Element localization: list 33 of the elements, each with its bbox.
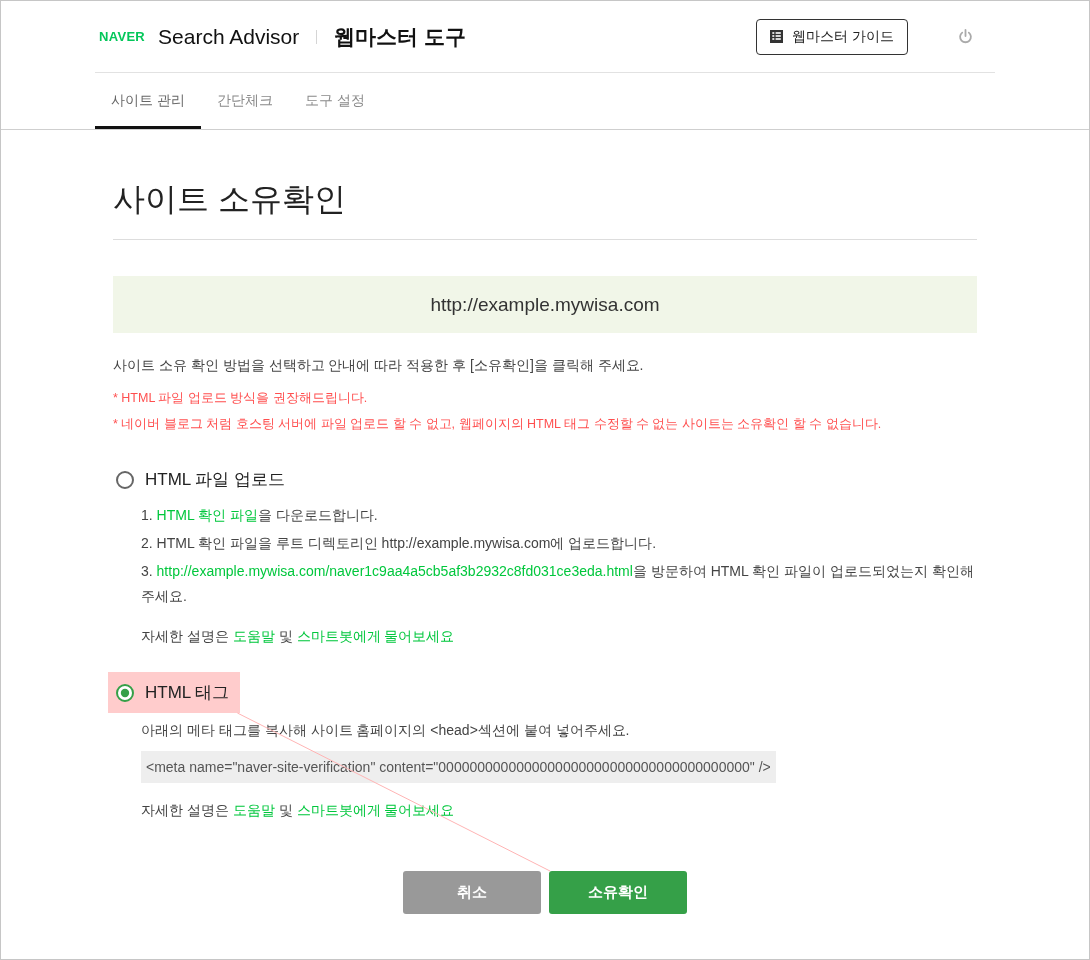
section-title: 웹마스터 도구: [334, 23, 467, 50]
text-link[interactable]: 스마트봇에게 물어보세요: [296, 801, 455, 818]
text-link[interactable]: http://example.mywisa.com/naver1c9aa4a5cb5af3b2932c8fd031ce3eda.html: [156, 563, 633, 579]
help-text: 자세한 설명은 도움말 및 스마트봇에게 물어보세요: [141, 626, 455, 646]
radio-button[interactable]: [116, 470, 134, 489]
instruction-text: 사이트 소유 확인 방법을 선택하고 안내에 따라 적용한 후 [소유확인]을 클릭해 주세요.: [113, 356, 644, 375]
text-link[interactable]: 스마트봇에게 물어보세요: [296, 627, 455, 644]
help-text: 자세한 설명은 도움말 및 스마트봇에게 물어보세요: [141, 800, 455, 820]
code-snippet: <meta name="naver-site-verification" content="0000000000000000000000000000000000000000" />: [141, 751, 776, 783]
tab[interactable]: 간단체크: [200, 73, 289, 129]
power-icon[interactable]: [958, 29, 973, 44]
option-label[interactable]: HTML 태그: [145, 681, 230, 704]
text-link[interactable]: 도움말: [232, 627, 275, 644]
naver-logo[interactable]: NAVER: [99, 29, 146, 44]
cancel-button[interactable]: 취소: [403, 871, 541, 914]
note-text: * 네이버 블로그 처럼 호스팅 서버에 파일 업로드 할 수 없고, 웹페이지의 HTML 태그 수정할 수 없는 사이트는 소유확인 할 수 없습니다.: [113, 416, 882, 433]
tab[interactable]: 사이트 관리: [95, 73, 201, 129]
note-text: * HTML 파일 업로드 방식을 권장해드립니다.: [113, 390, 368, 407]
list-icon: [770, 30, 784, 43]
text-link[interactable]: 도움말: [232, 801, 275, 818]
guide-button[interactable]: 웹마스터 가이드: [756, 18, 908, 55]
tab[interactable]: 도구 설정: [288, 73, 381, 129]
page-title: 사이트 소유확인: [113, 180, 346, 219]
description-text: 아래의 메타 태그를 복사해 사이트 홈페이지의 <head>섹션에 붙여 넣어주세요.: [141, 721, 630, 740]
product-name: Search Advisor: [158, 24, 300, 49]
radio-button[interactable]: [116, 683, 134, 702]
text-link[interactable]: HTML 확인 파일: [156, 507, 258, 523]
step-text: 1. HTML 확인 파일 을 다운로드합니다.: [141, 506, 378, 525]
option-label[interactable]: HTML 파일 업로드: [145, 468, 286, 491]
step-text: 3. http://example.mywisa.com/naver1c9aa4a5cb5af3b2932c8fd031ce3eda.html을 방문하여 HTML 확인 파일이 업로드되었는지 확인해 주세요.: [141, 562, 975, 606]
site-url-banner: http://example.mywisa.com: [113, 276, 977, 333]
confirm-button[interactable]: 소유확인: [549, 871, 687, 914]
step-text: 2. HTML 확인 파일을 루트 디렉토리인 http://example.mywisa.com에 업로드합니다.: [141, 534, 657, 553]
